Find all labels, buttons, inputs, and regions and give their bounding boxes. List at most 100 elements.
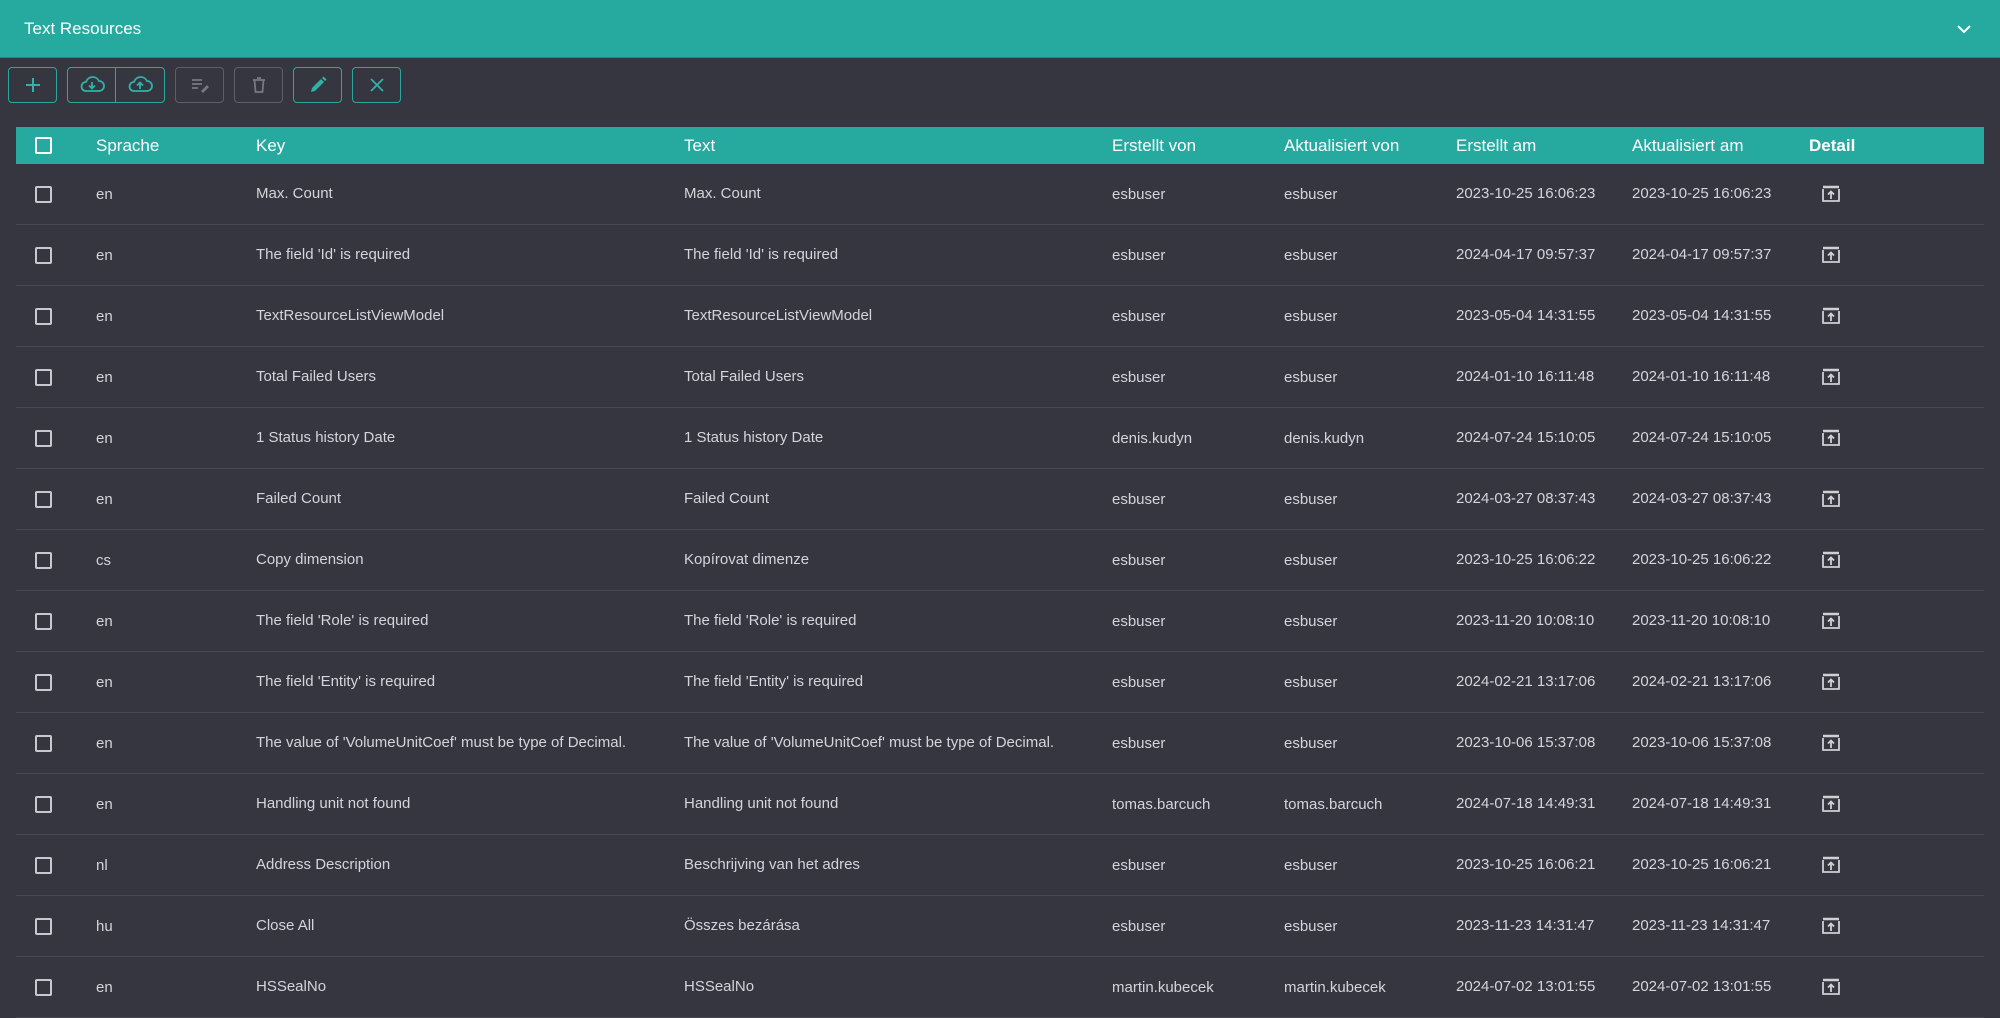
cell-language: en [96, 612, 113, 630]
column-header-key[interactable]: Key [256, 136, 684, 156]
cell-created-by: esbuser [1112, 917, 1166, 935]
cell-text: The field 'Entity' is required [684, 673, 864, 690]
row-checkbox[interactable] [35, 734, 52, 752]
column-header-created-at[interactable]: Erstellt am [1456, 136, 1632, 156]
cell-created-at: 2024-07-02 13:01:55 [1456, 978, 1596, 995]
row-checkbox[interactable] [35, 856, 52, 874]
table-row[interactable]: en The field 'Entity' is required The fi… [16, 652, 1984, 713]
cell-text: Max. Count [684, 185, 761, 202]
cell-text: Kopírovat dimenze [684, 551, 810, 568]
upload-button[interactable] [116, 67, 165, 103]
cell-key: The field 'Role' is required [256, 612, 429, 629]
row-select-cell [16, 612, 96, 630]
column-header-text[interactable]: Text [684, 136, 1112, 156]
open-detail-icon[interactable] [1819, 182, 1843, 206]
cell-language: en [96, 307, 113, 325]
pencil-icon [309, 76, 327, 94]
delete-button[interactable] [234, 67, 283, 103]
cell-updated-at: 2023-11-20 10:08:10 [1632, 612, 1771, 629]
row-checkbox[interactable] [35, 673, 52, 691]
cell-created-at: 2023-10-25 16:06:21 [1456, 856, 1596, 873]
row-checkbox[interactable] [35, 917, 52, 935]
cell-created-by: esbuser [1112, 246, 1166, 264]
open-detail-icon[interactable] [1819, 304, 1843, 328]
cell-created-by: esbuser [1112, 612, 1166, 630]
open-detail-icon[interactable] [1819, 426, 1843, 450]
cell-updated-at: 2024-02-21 13:17:06 [1632, 673, 1772, 690]
column-header-language[interactable]: Sprache [96, 136, 256, 156]
cancel-button[interactable] [352, 67, 401, 103]
text-resources-table: Sprache Key Text Erstellt von Aktualisie… [16, 127, 1984, 1018]
cell-updated-by: esbuser [1284, 368, 1338, 386]
table-row[interactable]: nl Address Description Beschrijving van … [16, 835, 1984, 896]
row-checkbox[interactable] [35, 368, 52, 386]
cell-created-by: esbuser [1112, 490, 1166, 508]
cell-detail [1809, 426, 1984, 450]
row-select-cell [16, 368, 96, 386]
cell-language: en [96, 795, 113, 813]
open-detail-icon[interactable] [1819, 609, 1843, 633]
cell-updated-by: esbuser [1284, 917, 1338, 935]
cell-created-at: 2024-03-27 08:37:43 [1456, 490, 1596, 507]
row-checkbox[interactable] [35, 551, 52, 569]
open-detail-icon[interactable] [1819, 243, 1843, 267]
bulk-edit-button[interactable] [175, 67, 224, 103]
close-icon [369, 77, 385, 93]
table-row[interactable]: en Handling unit not found Handling unit… [16, 774, 1984, 835]
cell-language: en [96, 429, 113, 447]
row-checkbox[interactable] [35, 429, 52, 447]
edit-list-icon [190, 77, 210, 93]
chevron-down-icon[interactable] [1952, 17, 1976, 41]
table-row[interactable]: en Total Failed Users Total Failed Users… [16, 347, 1984, 408]
table-row[interactable]: en Failed Count Failed Count esbuser esb… [16, 469, 1984, 530]
cell-updated-by: esbuser [1284, 307, 1338, 325]
edit-button[interactable] [293, 67, 342, 103]
column-header-updated-at[interactable]: Aktualisiert am [1632, 136, 1809, 156]
open-detail-icon[interactable] [1819, 670, 1843, 694]
table-row[interactable]: en The field 'Role' is required The fiel… [16, 591, 1984, 652]
open-detail-icon[interactable] [1819, 365, 1843, 389]
table-body: en Max. Count Max. Count esbuser esbuser… [16, 164, 1984, 1018]
table-row[interactable]: en TextResourceListViewModel TextResourc… [16, 286, 1984, 347]
cell-detail [1809, 670, 1984, 694]
cell-created-by: esbuser [1112, 368, 1166, 386]
row-checkbox[interactable] [35, 978, 52, 996]
row-select-cell [16, 734, 96, 752]
open-detail-icon[interactable] [1819, 548, 1843, 572]
open-detail-icon[interactable] [1819, 975, 1843, 999]
row-checkbox[interactable] [35, 185, 52, 203]
table-row[interactable]: hu Close All Összes bezárása esbuser esb… [16, 896, 1984, 957]
panel-header[interactable]: Text Resources [0, 0, 2000, 58]
open-detail-icon[interactable] [1819, 487, 1843, 511]
open-detail-icon[interactable] [1819, 731, 1843, 755]
row-checkbox[interactable] [35, 612, 52, 630]
column-header-updated-by[interactable]: Aktualisiert von [1284, 136, 1456, 156]
cell-text: The value of 'VolumeUnitCoef' must be ty… [684, 734, 1055, 751]
open-detail-icon[interactable] [1819, 792, 1843, 816]
cell-created-by: esbuser [1112, 185, 1166, 203]
download-button[interactable] [67, 67, 116, 103]
table-row[interactable]: en HSSealNo HSSealNo martin.kubecek mart… [16, 957, 1984, 1018]
row-checkbox[interactable] [35, 490, 52, 508]
cell-updated-by: esbuser [1284, 856, 1338, 874]
open-detail-icon[interactable] [1819, 914, 1843, 938]
row-select-cell [16, 307, 96, 325]
row-checkbox[interactable] [35, 307, 52, 325]
column-header-created-by[interactable]: Erstellt von [1112, 136, 1284, 156]
table-row[interactable]: en The field 'Id' is required The field … [16, 225, 1984, 286]
row-select-cell [16, 490, 96, 508]
table-row[interactable]: cs Copy dimension Kopírovat dimenze esbu… [16, 530, 1984, 591]
table-row[interactable]: en 1 Status history Date 1 Status histor… [16, 408, 1984, 469]
row-checkbox[interactable] [35, 246, 52, 264]
open-detail-icon[interactable] [1819, 853, 1843, 877]
row-checkbox[interactable] [35, 795, 52, 813]
cell-key: The field 'Id' is required [256, 246, 411, 263]
table-row[interactable]: en The value of 'VolumeUnitCoef' must be… [16, 713, 1984, 774]
cell-created-at: 2023-11-20 10:08:10 [1456, 612, 1595, 629]
cloud-upload-icon [127, 76, 153, 94]
add-button[interactable] [8, 67, 57, 103]
select-all-checkbox[interactable] [35, 137, 52, 154]
cell-key: Max. Count [256, 185, 333, 202]
cell-language: nl [96, 856, 108, 874]
table-row[interactable]: en Max. Count Max. Count esbuser esbuser… [16, 164, 1984, 225]
